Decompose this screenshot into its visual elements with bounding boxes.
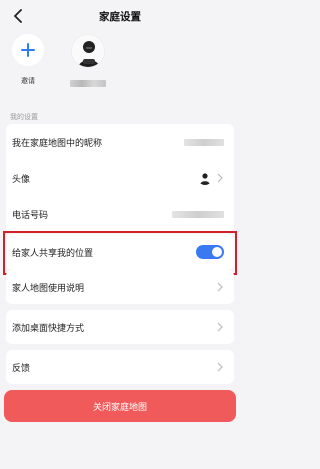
- page-title: 家庭设置: [99, 11, 141, 23]
- highlight-box: [3, 231, 237, 275]
- avatar-label: 头像: [12, 174, 31, 185]
- top-nav-bar: 家庭设置: [0, 0, 240, 32]
- section-title-my-settings: 我的设置: [10, 113, 38, 121]
- feedback-label: 反馈: [12, 363, 31, 374]
- invite-member-button[interactable]: 邀请: [6, 34, 50, 86]
- person-avatar-icon: [200, 173, 210, 185]
- chevron-right-icon: [216, 282, 224, 292]
- nickname-label: 我在家庭地图中的昵称: [12, 138, 103, 149]
- help-card: 家人地图使用说明: [6, 270, 234, 304]
- chevron-right-icon: [216, 173, 224, 183]
- member-self[interactable]: [66, 34, 110, 91]
- avatar: [198, 171, 212, 185]
- help-label: 家人地图使用说明: [12, 283, 85, 294]
- chevron-right-icon: [216, 322, 224, 332]
- family-members: 邀请: [0, 34, 240, 98]
- invite-label: 邀请: [21, 77, 35, 85]
- chevron-right-icon: [216, 362, 224, 372]
- shortcut-label: 添加桌面快捷方式: [12, 323, 85, 334]
- phone-value-redacted: [172, 210, 224, 218]
- member-name-redacted: [70, 80, 106, 87]
- feedback-row[interactable]: 反馈: [6, 350, 234, 384]
- person-avatar-icon: [72, 35, 104, 67]
- close-family-map-button[interactable]: 关闭家庭地图: [4, 390, 236, 422]
- plus-icon: [21, 43, 35, 57]
- my-settings-card: 我在家庭地图中的昵称 头像 电话号码: [6, 124, 234, 232]
- phone-row[interactable]: 电话号码: [6, 196, 234, 232]
- shortcut-card: 添加桌面快捷方式: [6, 310, 234, 344]
- add-member-circle[interactable]: [12, 34, 44, 66]
- avatar-row[interactable]: 头像: [6, 160, 234, 196]
- phone-label: 电话号码: [12, 210, 49, 221]
- avatar[interactable]: [71, 34, 105, 68]
- nickname-row[interactable]: 我在家庭地图中的昵称: [6, 124, 234, 160]
- shortcut-row[interactable]: 添加桌面快捷方式: [6, 310, 234, 344]
- feedback-card: 反馈: [6, 350, 234, 384]
- nickname-value-redacted: [184, 138, 224, 146]
- help-row[interactable]: 家人地图使用说明: [6, 270, 234, 304]
